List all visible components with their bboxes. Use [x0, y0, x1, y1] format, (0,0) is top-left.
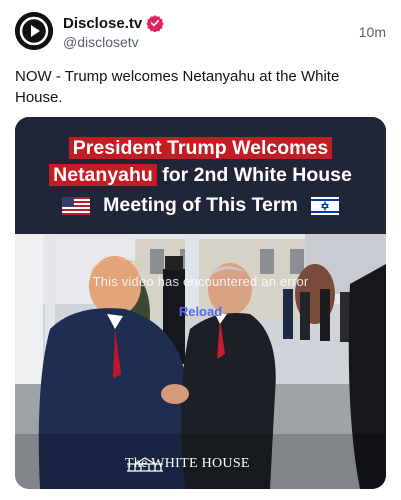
banner-line-1: President Trump Welcomes: [15, 137, 386, 160]
reload-link[interactable]: Reload: [15, 304, 386, 319]
post-text: NOW - Trump welcomes Netanyahu at the Wh…: [15, 68, 340, 106]
avatar[interactable]: [15, 12, 53, 50]
banner-highlight-2: Netanyahu: [49, 164, 157, 186]
display-name[interactable]: Disclose.tv: [63, 15, 142, 32]
media-card[interactable]: President Trump Welcomes Netanyahu for 2…: [15, 117, 386, 489]
play-logo-icon: [15, 12, 53, 50]
video-still: [15, 234, 386, 489]
banner-line-3: Meeting of This Term: [15, 194, 386, 217]
video-frame[interactable]: This video has encountered an error Relo…: [15, 234, 386, 489]
white-house-logo-icon: [127, 457, 163, 472]
banner-line-3-text: Meeting of This Term: [103, 194, 298, 216]
israel-flag-icon: [311, 196, 340, 215]
us-flag-icon: [61, 196, 90, 215]
white-house-watermark: The WHITE HOUSE: [125, 456, 250, 472]
banner-line-2: Netanyahu for 2nd White House: [15, 164, 386, 187]
post-time[interactable]: 10m: [359, 24, 386, 40]
account-handle[interactable]: @disclosetv: [63, 34, 139, 50]
verified-badge-icon: [146, 15, 164, 32]
title-banner: President Trump Welcomes Netanyahu for 2…: [15, 117, 386, 234]
video-error-message: This video has encountered an error: [92, 274, 309, 289]
post-header: Disclose.tv @disclosetv 10m: [15, 12, 386, 52]
name-row: Disclose.tv: [63, 14, 164, 32]
banner-highlight-1: President Trump Welcomes: [68, 137, 333, 159]
banner-line-2-rest: for 2nd White House: [156, 164, 352, 186]
